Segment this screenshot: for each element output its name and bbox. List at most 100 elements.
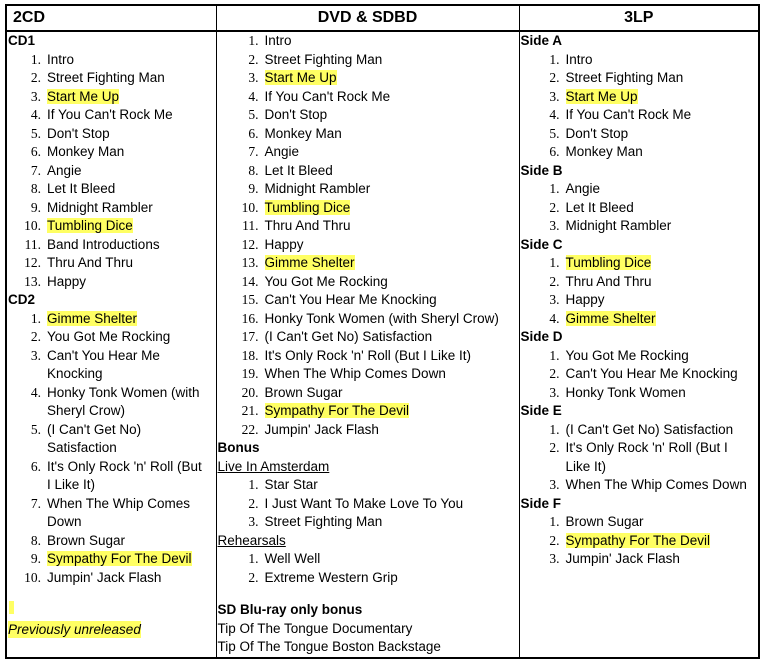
track-number: 1. xyxy=(549,255,560,270)
track-title: Can't You Hear Me Knocking xyxy=(565,366,738,381)
track-number: 3. xyxy=(248,70,259,85)
track-row: 2. You Got Me Rocking xyxy=(7,328,216,347)
track-row: 11. Thru And Thru xyxy=(217,217,519,236)
track-row: 2. Thru And Thru xyxy=(520,273,759,292)
track-row: 3. Happy xyxy=(520,291,759,310)
track-row: 3. Honky Tonk Women xyxy=(520,384,759,403)
track-title: If You Can't Rock Me xyxy=(47,107,173,122)
track-number: 1. xyxy=(549,421,560,437)
track-row: 6. Monkey Man xyxy=(217,125,519,144)
track-list: 1. Angie 2. Let It Bleed 3. Midnight Rambler xyxy=(520,180,759,236)
track-row: 5. Don't Stop xyxy=(217,106,519,125)
track-title: Intro xyxy=(264,33,292,48)
track-number: 8. xyxy=(30,181,41,196)
track-number: 9. xyxy=(30,199,41,215)
track-title: Let It Bleed xyxy=(264,162,333,178)
track-list: 1. Brown Sugar 2. Sympathy For The Devil 3. J… xyxy=(520,513,759,569)
pane-dvd-sdbd: 1. Intro 2. Street Fighting Man 3. Start Me U… xyxy=(217,32,519,657)
track-title: Gimme Shelter xyxy=(47,310,209,329)
track-title: Band Introductions xyxy=(47,236,160,252)
highlight-mark: Gimme Shelter xyxy=(264,255,355,270)
track-number: 3. xyxy=(248,514,259,529)
track-number: 4. xyxy=(30,107,41,122)
track-row: 3. Street Fighting Man xyxy=(217,513,519,532)
column-header-2cd: 2CD xyxy=(5,4,217,32)
group-heading-side-e: Side E xyxy=(520,403,562,418)
track-row: 2. Street Fighting Man xyxy=(520,69,759,88)
track-title: (I Can't Get No) Satisfaction xyxy=(264,329,433,344)
track-number: 8. xyxy=(30,532,41,548)
legend-swatch xyxy=(9,601,14,614)
track-number: 17. xyxy=(241,329,259,344)
track-row: 2. Let It Bleed xyxy=(520,199,759,218)
track-row: 18. It's Only Rock 'n' Roll (But I Like I… xyxy=(217,347,519,366)
track-title: Gimme Shelter xyxy=(565,310,756,329)
track-row: 14. You Got Me Rocking xyxy=(217,273,519,292)
track-row: 10. Jumpin' Jack Flash xyxy=(7,569,216,588)
track-row: 13. Gimme Shelter xyxy=(217,254,519,273)
highlight-mark: Gimme Shelter xyxy=(565,310,656,326)
group-heading-bonus: Bonus xyxy=(217,440,260,455)
track-number: 3. xyxy=(549,477,560,492)
track-number: 2. xyxy=(549,273,560,289)
track-row: 1. (I Can't Get No) Satisfaction xyxy=(520,421,759,440)
track-number: 9. xyxy=(30,551,41,566)
track-title: Street Fighting Man xyxy=(565,70,684,85)
track-number: 19. xyxy=(241,366,259,381)
track-row: 17. (I Can't Get No) Satisfaction xyxy=(217,328,519,347)
track-title: Monkey Man xyxy=(565,144,643,159)
track-row: 1. Well Well xyxy=(217,550,519,569)
track-number: 3. xyxy=(549,384,560,400)
track-title: Street Fighting Man xyxy=(264,51,383,67)
group-heading-cd2: CD2 xyxy=(8,292,36,307)
track-title: Sympathy For The Devil xyxy=(264,402,513,421)
track-title: Let It Bleed xyxy=(47,181,116,196)
track-list: 1. Gimme Shelter 2. You Got Me Rocking 3. Can… xyxy=(7,310,216,588)
track-row: 2. Extreme Western Grip xyxy=(217,569,519,588)
track-row: 1. Star Star xyxy=(217,476,519,495)
column-header-2cd-label: 2CD xyxy=(13,9,46,26)
bluray-bonus-item-1: Tip Of The Tongue Documentary xyxy=(217,620,413,636)
track-title: Sympathy For The Devil xyxy=(47,550,209,569)
track-row: 10. Tumbling Dice xyxy=(217,199,519,218)
track-row: 21. Sympathy For The Devil xyxy=(217,402,519,421)
track-title: Honky Tonk Women (with Sheryl Crow) xyxy=(264,310,499,326)
track-number: 6. xyxy=(248,125,259,141)
track-number: 9. xyxy=(248,181,259,196)
track-row: 8. Let It Bleed xyxy=(7,180,216,199)
track-row: 1. Brown Sugar xyxy=(520,513,759,532)
table-header-row: 2CD DVD & SDBD 3LP xyxy=(5,4,760,32)
track-row: 2. It's Only Rock 'n' Roll (But I Like It… xyxy=(520,439,759,476)
track-row: 5. (I Can't Get No) Satisfaction xyxy=(7,421,216,458)
legend: Previously unreleased xyxy=(7,601,216,639)
pane-2cd: CD1 1. Intro 2. Street Fighting Man 3. Start M… xyxy=(7,32,216,587)
track-row: 7. When The Whip Comes Down xyxy=(7,495,216,532)
track-row: 3. Start Me Up xyxy=(7,88,216,107)
track-number: 6. xyxy=(30,144,41,159)
track-number: 10. xyxy=(24,569,41,585)
track-title: When The Whip Comes Down xyxy=(47,495,191,530)
track-number: 4. xyxy=(549,310,560,326)
subsection-heading-live-in-amsterdam-label: Live In Amsterdam xyxy=(217,458,330,474)
track-row: 10. Tumbling Dice xyxy=(7,217,216,236)
track-title: Well Well xyxy=(264,551,321,566)
track-row: 12. Happy xyxy=(217,236,519,255)
track-title: Midnight Rambler xyxy=(565,218,672,233)
track-title: Brown Sugar xyxy=(264,384,343,400)
track-list: 1. Intro 2. Street Fighting Man 3. Start Me U… xyxy=(520,51,759,162)
track-number: 1. xyxy=(30,51,41,67)
track-number: 2. xyxy=(549,440,560,455)
track-title: Street Fighting Man xyxy=(47,70,165,85)
bluray-bonus-item-2: Tip Of The Tongue Boston Backstage xyxy=(217,639,441,654)
track-title: You Got Me Rocking xyxy=(565,347,689,363)
track-row: 1. Intro xyxy=(217,32,519,51)
track-number: 4. xyxy=(248,88,259,104)
pane-3lp: Side A 1. Intro 2. Street Fighting Man 3. Star… xyxy=(520,32,759,569)
track-title: Can't You Hear Me Knocking xyxy=(264,292,437,307)
track-number: 8. xyxy=(248,162,259,178)
track-number: 5. xyxy=(549,125,560,141)
track-title: Brown Sugar xyxy=(565,514,644,529)
track-row: 12. Thru And Thru xyxy=(7,254,216,273)
track-number: 11. xyxy=(24,236,41,252)
track-row: 1. Intro xyxy=(7,51,216,70)
